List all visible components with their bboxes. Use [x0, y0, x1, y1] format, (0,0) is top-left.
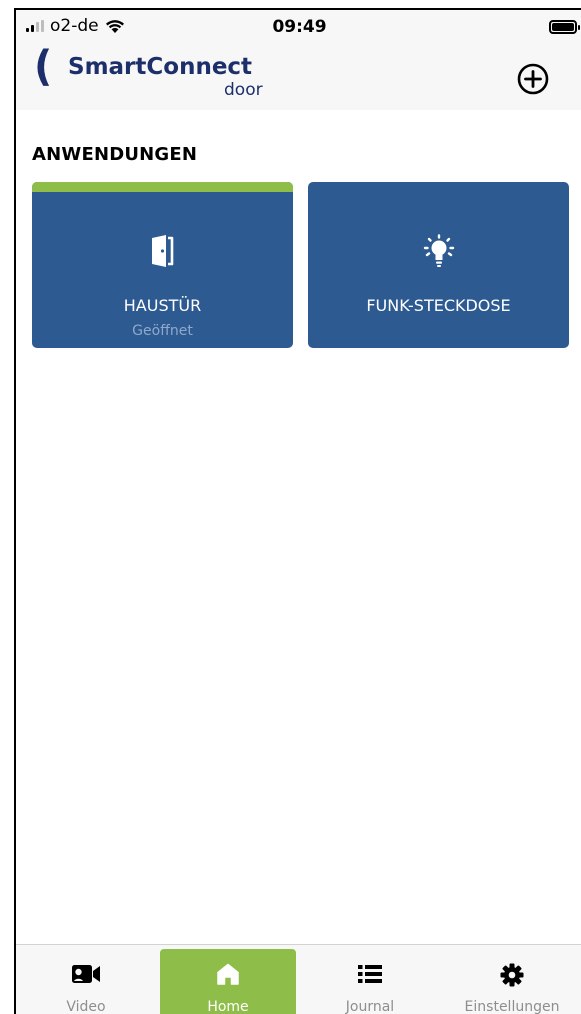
gear-icon	[500, 963, 524, 987]
logo-wordmark: SmartConnect	[68, 54, 253, 80]
tile-funk-steckdose[interactable]: FUNK-STECKDOSE	[308, 182, 569, 348]
tab-label: Home	[207, 999, 249, 1014]
tab-video[interactable]: Video	[18, 949, 154, 1014]
tab-label: Video	[66, 999, 106, 1014]
tab-einstellungen[interactable]: Einstellungen	[444, 949, 580, 1014]
logo-bracket: (	[34, 42, 53, 92]
tab-label: Einstellungen	[464, 999, 560, 1014]
tile-label: FUNK-STECKDOSE	[366, 296, 511, 315]
tab-journal[interactable]: Journal	[302, 949, 438, 1014]
phone-screen: o2-de 09:49 ( SmartConnect door ANWENDUN…	[14, 8, 581, 1014]
light-bulb-icon	[423, 234, 454, 267]
status-bar: o2-de 09:49	[16, 10, 581, 44]
add-button[interactable]	[516, 62, 550, 96]
status-time: 09:49	[272, 17, 327, 37]
tile-haustuer[interactable]: HAUSTÜR Geöffnet	[32, 182, 293, 348]
logo-subtitle: door	[224, 80, 263, 100]
app-header: ( SmartConnect door	[16, 42, 581, 110]
battery-icon	[549, 20, 580, 34]
video-camera-icon	[72, 965, 100, 983]
active-indicator	[32, 182, 293, 192]
tile-label: HAUSTÜR	[123, 296, 202, 315]
tile-status: Geöffnet	[132, 323, 193, 339]
list-icon	[358, 965, 382, 983]
tab-label: Journal	[345, 999, 395, 1014]
tab-bar: Video Home Journal Einstellungen	[16, 944, 581, 1014]
section-title: ANWENDUNGEN	[32, 144, 198, 165]
door-icon	[151, 235, 173, 267]
home-icon	[217, 963, 239, 985]
tab-home[interactable]: Home	[160, 949, 296, 1014]
